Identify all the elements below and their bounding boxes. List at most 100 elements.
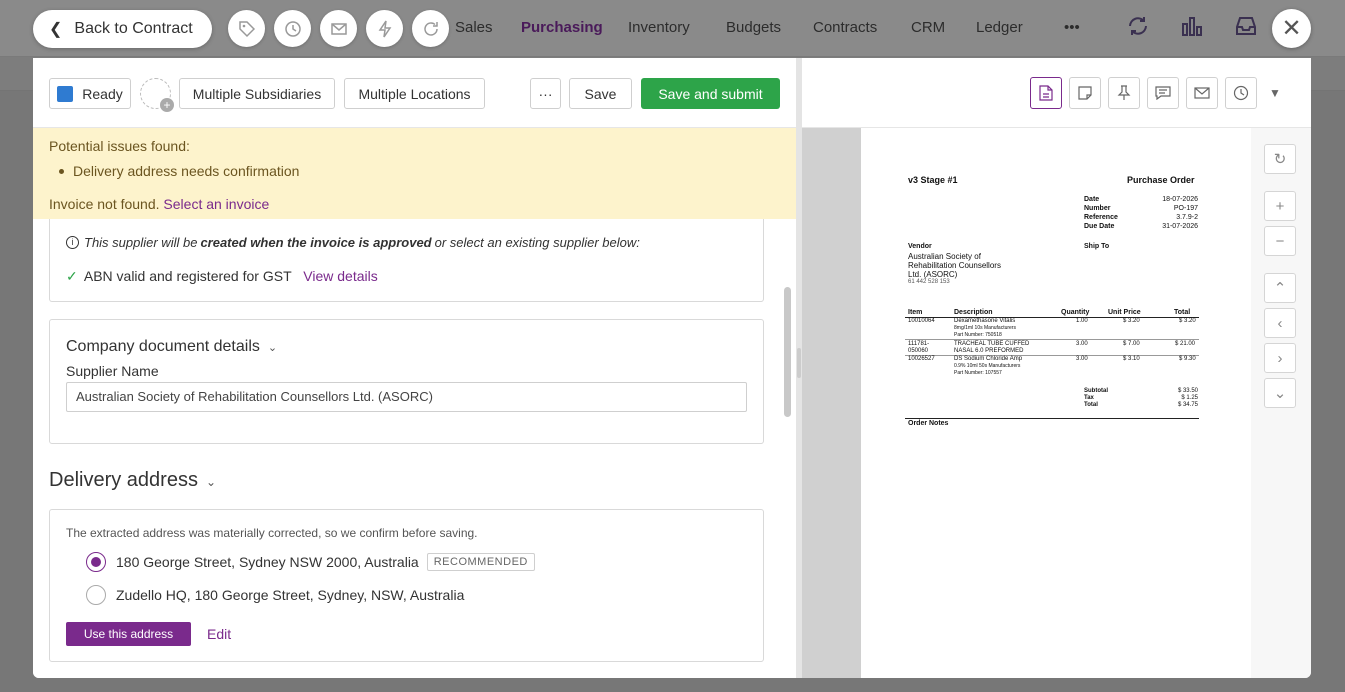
chevron-left-icon: ❮ [49, 21, 63, 38]
status-button[interactable]: Ready [49, 78, 131, 109]
clock-icon[interactable] [1225, 77, 1257, 109]
history-icon[interactable] [274, 10, 311, 47]
row-qty: 3.00 [1076, 341, 1088, 347]
row-desc: DS Sodium Chloride Amp [954, 356, 1023, 362]
doc-company: v3 Stage #1 [908, 175, 958, 185]
subsidiaries-button[interactable]: Multiple Subsidiaries [179, 78, 335, 109]
meta-value: 3.7.9-2 [1176, 214, 1198, 221]
abn-status: ✓ ABN valid and registered for GST View … [66, 268, 378, 285]
comment-icon[interactable] [1147, 77, 1179, 109]
form-pane: Ready + Multiple Subsidiaries Multiple L… [33, 58, 796, 678]
row-qty: 3.00 [1076, 356, 1088, 362]
supplier-card: i This supplier will be created when the… [49, 219, 764, 302]
col-header: Total [1174, 309, 1191, 316]
row-price: $ 3.10 [1123, 356, 1140, 362]
edit-address-link[interactable]: Edit [207, 626, 231, 642]
abn-text: ABN valid and registered for GST [83, 268, 292, 284]
row-rule [905, 355, 1199, 356]
issues-banner: Potential issues found: Delivery address… [33, 128, 796, 219]
chart-icon[interactable] [1178, 14, 1206, 42]
divider-handle[interactable] [797, 348, 801, 378]
more-options-button[interactable]: ··· [530, 78, 561, 109]
info-icon: i [66, 236, 79, 249]
meta-value: 18-07-2026 [1162, 196, 1198, 203]
total-key: Tax [1084, 395, 1094, 401]
use-address-button[interactable]: Use this address [66, 622, 191, 646]
view-details-link[interactable]: View details [303, 268, 377, 284]
nav-inventory[interactable]: Inventory [628, 19, 690, 36]
chevron-right-icon[interactable]: › [1264, 343, 1296, 373]
total-value: $ 33.50 [1177, 388, 1198, 394]
row-total: $ 3.20 [1179, 318, 1196, 324]
background-nav-bar: ❮ Back to Contract Sales Purchasing Inve… [0, 0, 1345, 57]
notes-rule [905, 418, 1199, 419]
pin-icon[interactable] [1108, 77, 1140, 109]
address-option-alt[interactable]: Zudello HQ, 180 George Street, Sydney, N… [86, 585, 464, 605]
check-icon: ✓ [66, 268, 78, 284]
company-doc-heading[interactable]: Company document details ⌄ [66, 338, 277, 356]
col-header: Description [954, 309, 993, 316]
rotate-icon[interactable]: ↻ [1264, 144, 1296, 174]
sync-icon[interactable] [1124, 14, 1152, 42]
chevron-down-icon[interactable]: ⌄ [1264, 378, 1296, 408]
back-to-contract-button[interactable]: ❮ Back to Contract [33, 10, 212, 48]
row-desc: 8mg/1ml 10s Manufacturers [954, 325, 1016, 331]
status-color-icon [57, 85, 74, 102]
save-and-submit-button[interactable]: Save and submit [641, 78, 780, 109]
supplier-note: i This supplier will be created when the… [66, 235, 640, 250]
form-scrollbar[interactable] [784, 287, 791, 417]
chevron-down-icon: ⌄ [205, 475, 217, 489]
nav-crm[interactable]: CRM [911, 19, 945, 36]
row-item: 10010064 [908, 318, 935, 324]
select-invoice-link[interactable]: Select an invoice [163, 196, 269, 212]
add-user-button[interactable]: + [140, 78, 174, 112]
meta-key: Number [1084, 205, 1111, 212]
row-price: $ 3.20 [1123, 318, 1140, 324]
chevron-up-icon[interactable]: ⌃ [1264, 273, 1296, 303]
lightning-icon[interactable] [366, 10, 403, 47]
address-option-recommended[interactable]: 180 George Street, Sydney NSW 2000, Aust… [86, 552, 535, 572]
row-price: $ 7.00 [1123, 341, 1140, 347]
document-icon[interactable] [1030, 77, 1062, 109]
nav-purchasing[interactable]: Purchasing [521, 19, 603, 36]
note-icon[interactable] [1069, 77, 1101, 109]
company-doc-heading-text: Company document details [66, 338, 260, 355]
mail-icon[interactable] [320, 10, 357, 47]
row-desc: Dexamethasone Vitalis [954, 318, 1016, 324]
nav-more[interactable]: ••• [1064, 19, 1080, 36]
zoom-in-icon[interactable]: + [1264, 191, 1296, 221]
nav-ledger[interactable]: Ledger [976, 19, 1023, 36]
supplier-name-input[interactable]: Australian Society of Rehabilitation Cou… [66, 382, 747, 412]
nav-contracts[interactable]: Contracts [813, 19, 877, 36]
supplier-name-label: Supplier Name [66, 363, 159, 379]
row-item: 111781- [908, 341, 930, 347]
locations-button[interactable]: Multiple Locations [344, 78, 485, 109]
tag-icon[interactable] [228, 10, 265, 47]
vendor-line: Ltd. (ASORC) [908, 270, 958, 279]
preview-toolbar: ▼ [802, 58, 1311, 128]
nav-sales[interactable]: Sales [455, 19, 493, 36]
email-icon[interactable] [1186, 77, 1218, 109]
total-key: Total [1084, 402, 1098, 408]
zoom-out-icon[interactable]: − [1264, 226, 1296, 256]
total-key: Subtotal [1084, 388, 1108, 394]
total-value: $ 1.25 [1181, 395, 1198, 401]
recommended-badge: RECOMMENDED [426, 553, 535, 571]
chevron-left-icon[interactable]: ‹ [1264, 308, 1296, 338]
save-button[interactable]: Save [569, 78, 632, 109]
radio-selected[interactable] [86, 552, 106, 572]
row-desc: Part Number: 750518 [954, 332, 1002, 338]
document-review-modal: Ready + Multiple Subsidiaries Multiple L… [33, 58, 1311, 678]
radio-unselected[interactable] [86, 585, 106, 605]
nav-budgets[interactable]: Budgets [726, 19, 781, 36]
invoice-status: Invoice not found. Select an invoice [49, 196, 269, 212]
dropdown-caret-icon[interactable]: ▼ [1269, 86, 1281, 100]
delivery-address-heading[interactable]: Delivery address ⌄ [49, 469, 216, 492]
row-desc: 0.9% 10ml 50s Manufacturers [954, 363, 1021, 369]
inbox-icon[interactable] [1232, 14, 1260, 42]
meta-key: Due Date [1084, 223, 1115, 230]
refresh-icon[interactable] [412, 10, 449, 47]
form-scroll-area[interactable]: i This supplier will be created when the… [33, 219, 796, 678]
close-icon[interactable]: ✕ [1272, 9, 1311, 48]
vendor-line: 61 442 528 153 [908, 279, 950, 285]
